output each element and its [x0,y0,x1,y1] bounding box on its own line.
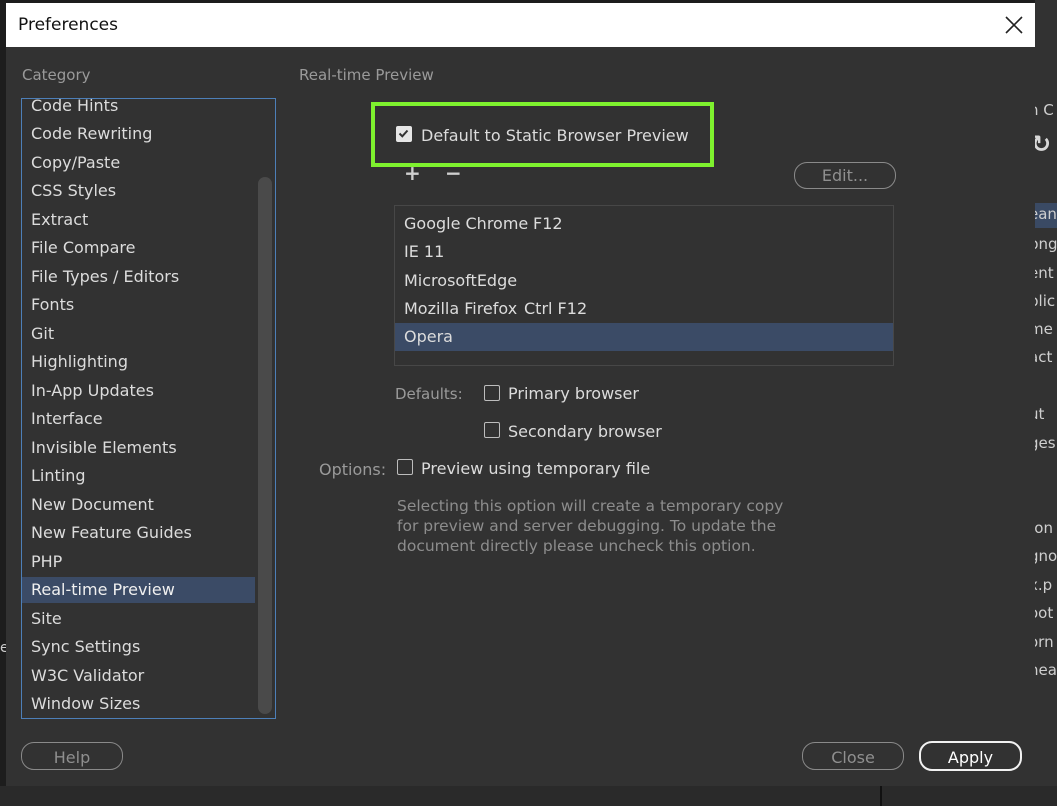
browser-row-mozilla-firefox[interactable]: Mozilla Firefox Ctrl F12 [395,295,893,323]
title-bar: Preferences [6,3,1035,47]
background-text: x.p [1035,576,1053,594]
category-item-file-compare[interactable]: File Compare [22,235,255,261]
defaults-label: Defaults: [395,385,463,403]
browser-row-ie-11[interactable]: IE 11 [395,238,893,266]
background-status-bar [0,786,1057,806]
help-button[interactable]: Help [21,742,123,770]
category-item-invisible-elements[interactable]: Invisible Elements [22,435,255,461]
category-item-css-styles[interactable]: CSS Styles [22,178,255,204]
preferences-dialog: Preferences Category Code Hints Code Rew… [6,3,1035,786]
background-text: orn [1035,633,1054,651]
background-text: oot [1035,604,1054,622]
browser-name: Google Chrome [404,214,529,233]
secondary-browser-checkbox[interactable] [484,422,500,438]
category-item-php[interactable]: PHP [22,549,255,575]
background-text: gno [1035,547,1057,565]
background-app-panel: n C ↻ ean png ent plic me act ut ges fon… [1035,0,1057,806]
background-text: n C [1035,101,1054,119]
category-scrollbar[interactable] [258,177,272,714]
category-item-copy-paste[interactable]: Copy/Paste [22,150,255,176]
category-item-sync-settings[interactable]: Sync Settings [22,634,255,660]
category-item-linting[interactable]: Linting [22,463,255,489]
minus-icon[interactable]: − [445,163,462,183]
category-item-git[interactable]: Git [22,321,255,347]
options-label: Options: [319,460,387,479]
category-item-real-time-preview[interactable]: Real-time Preview [22,577,255,603]
background-text: hea [1035,661,1057,679]
primary-browser-label: Primary browser [508,384,639,403]
category-item-interface[interactable]: Interface [22,406,255,432]
category-item-extract[interactable]: Extract [22,207,255,233]
background-text: ges [1035,434,1056,452]
browser-row-microsoftedge[interactable]: MicrosoftEdge [395,267,893,295]
panel-title: Real-time Preview [299,66,434,84]
browser-name: Mozilla Firefox [404,299,518,318]
category-label: Category [22,66,91,84]
browser-name: MicrosoftEdge [404,271,518,290]
category-item-w3c-validator[interactable]: W3C Validator [22,663,255,689]
temp-file-label: Preview using temporary file [421,459,651,478]
secondary-browser-label: Secondary browser [508,422,662,441]
close-button[interactable]: Close [802,742,904,770]
background-text: ent [1035,264,1054,282]
category-list[interactable]: Code Hints Code Rewriting Copy/Paste CSS… [21,98,276,719]
edit-button[interactable]: Edit... [794,162,896,189]
background-text: plic [1035,292,1056,310]
browser-row-opera[interactable]: Opera [395,323,893,351]
background-text: fon [1035,519,1053,537]
background-text: act [1035,348,1053,366]
background-text: ean [1035,205,1057,223]
background-text: ut [1035,405,1045,423]
browser-shortcut: F12 [533,214,563,233]
temp-file-description: Selecting this option will create a temp… [397,496,787,556]
category-item-new-feature-guides[interactable]: New Feature Guides [22,520,255,546]
category-item-highlighting[interactable]: Highlighting [22,349,255,375]
static-preview-checkbox[interactable] [396,126,412,142]
browser-shortcut: Ctrl F12 [524,299,588,318]
browser-list[interactable]: Google Chrome F12 IE 11 MicrosoftEdge Mo… [394,205,894,366]
description-line: for preview and server debugging. To upd… [397,517,777,535]
plus-icon[interactable]: + [404,163,421,183]
description-line: document directly please uncheck this op… [397,537,756,555]
background-text: me [1035,320,1053,338]
category-item-fonts[interactable]: Fonts [22,292,255,318]
dialog-title: Preferences [18,15,118,35]
category-item-site[interactable]: Site [22,606,255,632]
temp-file-checkbox[interactable] [397,459,413,475]
category-item-code-rewriting[interactable]: Code Rewriting [22,121,255,147]
close-icon[interactable] [999,10,1029,40]
primary-browser-checkbox[interactable] [484,385,500,401]
apply-button[interactable]: Apply [919,741,1022,771]
browser-name: Opera [404,327,453,346]
category-item-window-sizes[interactable]: Window Sizes [22,691,255,717]
description-line: Selecting this option will create a temp… [397,497,784,515]
category-item-in-app-updates[interactable]: In-App Updates [22,378,255,404]
browser-name: IE 11 [404,242,445,261]
category-item-new-document[interactable]: New Document [22,492,255,518]
category-item-code-hints[interactable]: Code Hints [22,99,255,119]
browser-row-google-chrome[interactable]: Google Chrome F12 [395,210,893,238]
category-item-file-types-editors[interactable]: File Types / Editors [22,264,255,290]
background-text: png [1035,235,1057,253]
static-preview-label: Default to Static Browser Preview [421,126,689,145]
refresh-icon: ↻ [1035,130,1052,158]
